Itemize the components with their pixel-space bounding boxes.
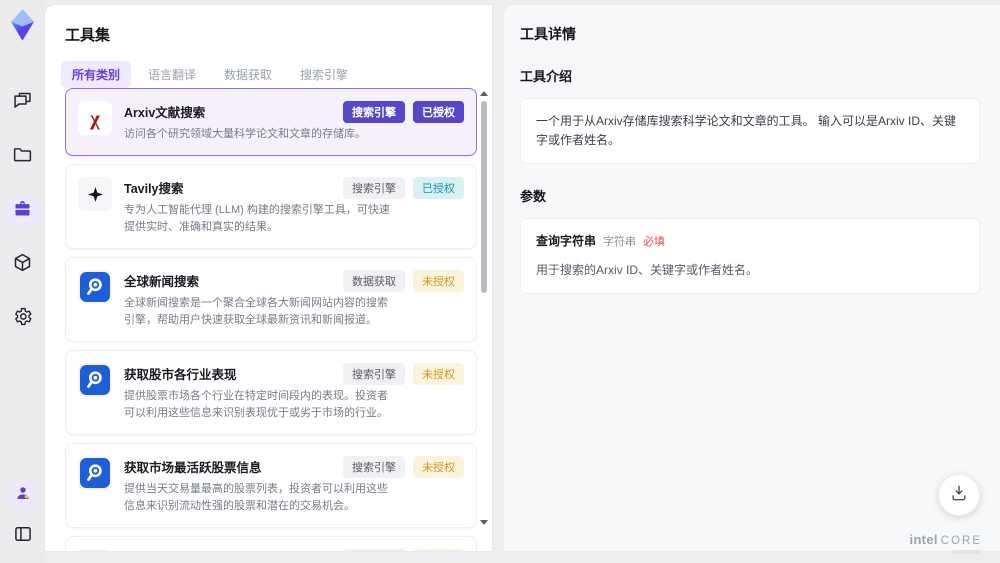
category-tab[interactable]: 语言翻译 (137, 61, 207, 88)
page-title: 工具集 (65, 27, 111, 44)
auth-status-badge: 未授权 (413, 456, 464, 479)
auth-status-badge: 未授权 (413, 363, 464, 386)
list-scrollbar[interactable] (480, 91, 488, 525)
auth-status-badge: 已授权 (413, 177, 464, 200)
tool-card[interactable]: χ (65, 164, 477, 250)
tab-label: 搜索引擎 (300, 68, 349, 82)
auth-status-badge: 未授权 (413, 270, 464, 293)
tool-card[interactable]: χ (65, 536, 477, 551)
panel-toggle-icon (13, 524, 33, 549)
cube-icon (12, 252, 33, 278)
scroll-up-arrow[interactable] (480, 91, 488, 96)
sidebar-item-chat[interactable] (8, 88, 38, 118)
tool-description: 访问各个研究领域大量科学论文和文章的存储库。 (124, 128, 366, 140)
tool-card[interactable]: χ (65, 257, 477, 343)
category-badge: 数据获取 (343, 270, 405, 293)
app-logo (9, 9, 36, 46)
auth-status-badge: 已授权 (413, 101, 464, 123)
auth-status-badge: 未授权 (413, 549, 464, 551)
tool-name: Arxiv文献搜索 (124, 106, 206, 120)
tool-detail-panel: 工具详情 工具介绍 一个用于从Arxiv存储库搜索科学论文和文章的工具。 输入可… (504, 5, 1000, 551)
sidebar-item-collapse[interactable] (8, 521, 38, 551)
sidebar-item-models[interactable] (8, 250, 38, 280)
category-tab[interactable]: 数据获取 (213, 61, 283, 88)
tool-list: χ Arxiv文献搜索 访问各个研究领域大量科学论文和文章的存储库。 搜索引擎 … (65, 88, 477, 551)
tool-description: 专为人工智能代理 (LLM) 构建的搜索引擎工具，可快速提供实时、准确和真实的结… (124, 204, 390, 234)
param-description: 用于搜索的Arxiv ID、关键字或作者姓名。 (536, 262, 759, 277)
search-logo-icon (80, 458, 110, 489)
brand-intel: intel (909, 532, 938, 547)
tool-card[interactable]: χ (65, 443, 477, 529)
category-tabs: 所有类别 语言翻译 数据获取 搜索引擎 (61, 61, 492, 88)
category-tab[interactable]: 所有类别 (61, 61, 132, 88)
tab-label: 语言翻译 (148, 68, 197, 82)
sidebar-rail (0, 0, 45, 563)
tool-description: 提供股票市场各个行业在特定时间段内的表现。投资者可以利用这些信息来识别表现优于或… (124, 390, 388, 420)
tool-list-panel: 工具集 所有类别 语言翻译 数据获取 搜索引擎 χ Arxiv文献搜索 访问各个… (45, 5, 492, 551)
category-badge: 搜索引擎 (343, 549, 405, 551)
category-badge: 搜索引擎 (343, 101, 405, 123)
param-required-badge: 必填 (643, 236, 666, 249)
folder-icon (12, 144, 33, 170)
tool-card[interactable]: χ (65, 350, 477, 436)
tool-intro-box: 一个用于从Arxiv存储库搜索科学论文和文章的工具。 输入可以是Arxiv ID… (520, 98, 980, 165)
sidebar-item-settings[interactable] (8, 304, 38, 334)
detail-title: 工具详情 (520, 26, 576, 42)
sidebar-item-files[interactable] (8, 142, 38, 172)
scrollbar-thumb[interactable] (481, 101, 487, 293)
toolbox-icon (12, 198, 33, 224)
param-type: 字符串 (603, 236, 637, 249)
category-badge: 搜索引擎 (343, 177, 405, 200)
category-badge: 搜索引擎 (343, 456, 405, 479)
category-tab[interactable]: 搜索引擎 (289, 61, 359, 88)
search-logo-icon (80, 365, 110, 396)
search-logo-icon (80, 272, 110, 303)
tool-description: 全球新闻搜索是一个聚合全球各大新闻网站内容的搜索引擎，帮助用户快速获取全球最新资… (124, 297, 388, 327)
user-icon (14, 484, 32, 507)
param-name: 查询字符串 (536, 234, 597, 249)
brand-core: core (940, 535, 982, 547)
arxiv-logo-icon: χ (90, 105, 100, 130)
sidebar-item-account[interactable] (8, 481, 37, 509)
tab-label: 数据获取 (224, 68, 273, 82)
category-badge: 搜索引擎 (343, 363, 405, 386)
tool-card[interactable]: χ (65, 88, 477, 157)
tavily-star-icon (86, 185, 105, 204)
scroll-down-arrow[interactable] (480, 520, 488, 525)
params-heading: 参数 (520, 189, 547, 205)
tool-description: 提供当天交易量最高的股票列表，投资者可以利用这些信息来识别流动性强的股票和潜在的… (124, 483, 388, 513)
tool-intro-text: 一个用于从Arxiv存储库搜索科学论文和文章的工具。 输入可以是Arxiv ID… (536, 114, 957, 148)
intro-heading: 工具介绍 (520, 69, 573, 84)
parameter-box: 查询字符串 字符串 必填 用于搜索的Arxiv ID、关键字或作者姓名。 (520, 218, 980, 295)
download-icon (949, 483, 969, 508)
gear-icon (12, 306, 33, 332)
sidebar-item-tools[interactable] (7, 196, 38, 226)
tab-label: 所有类别 (72, 68, 121, 82)
download-button[interactable] (938, 474, 980, 516)
intel-core-logo: intel core (909, 532, 982, 554)
tool-name: 万维地区新闻查询 (124, 550, 366, 551)
chat-icon (12, 90, 33, 116)
